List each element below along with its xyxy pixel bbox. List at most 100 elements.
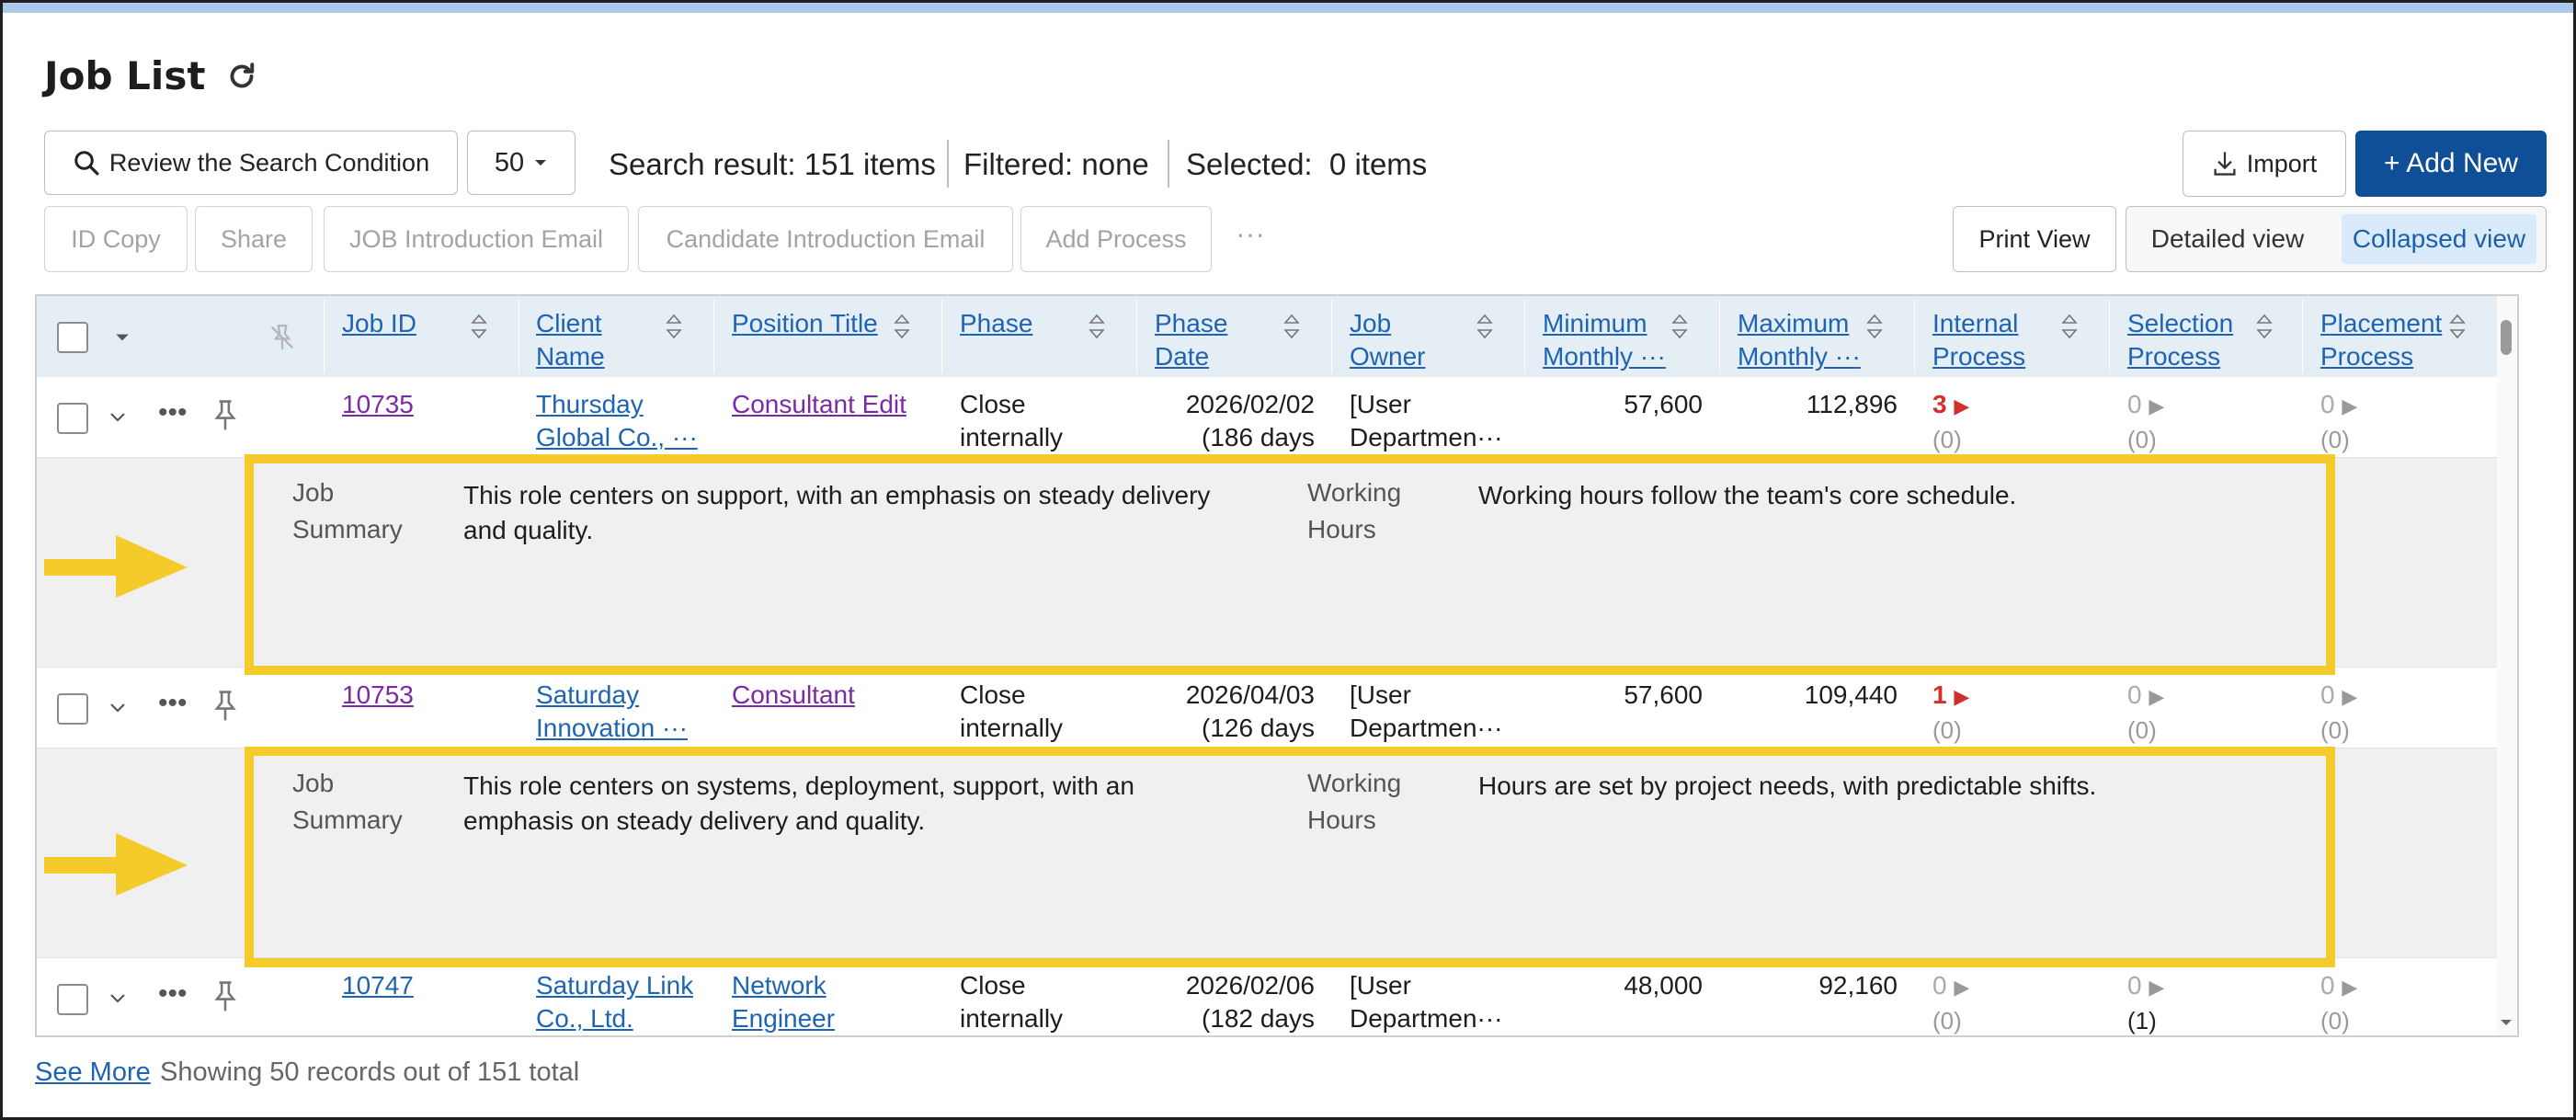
id-copy-button[interactable]: ID Copy [44,206,188,272]
col-maximum-monthly[interactable]: Maximum Monthly ··· [1738,307,1861,373]
select-all-checkbox[interactable] [57,322,88,353]
pin-icon[interactable] [213,690,237,723]
phase-value: Close internally [960,680,1064,742]
column-divider [324,300,325,373]
phase-date-value: 2026/02/06 (182 days [1185,971,1315,1033]
sort-icon[interactable] [1670,311,1690,342]
scroll-down-icon[interactable] [2499,1017,2513,1028]
collapsed-view-option[interactable]: Collapsed view [2342,214,2536,264]
sort-icon[interactable] [1864,311,1885,342]
sort-icon[interactable] [1475,311,1495,342]
sort-icon[interactable] [1282,311,1302,342]
selection-process-value[interactable]: 0 ▶ (0) [2127,679,2164,747]
col-selection-process[interactable]: Selection Process [2127,307,2233,373]
table-row[interactable]: ••• 10735 Thursday Global Co., ··· Consu… [37,377,2499,458]
row-menu-icon[interactable]: ••• [158,978,188,1010]
placement-process-value[interactable]: 0 ▶ (0) [2320,679,2357,747]
placement-process-value[interactable]: 0 ▶ (0) [2320,388,2357,456]
phase-value: Close internally [960,971,1064,1033]
selection-process-value[interactable]: 0 ▶ (1) [2127,969,2164,1035]
position-title-link[interactable]: Consultant Edit [732,388,906,421]
column-divider [2109,300,2110,373]
table-row[interactable]: ••• 10753 Saturday Innovation ··· Consul… [37,668,2499,749]
sort-icon[interactable] [1087,311,1107,342]
page-header: Job List [44,53,258,98]
job-introduction-email-button[interactable]: JOB Introduction Email [324,206,629,272]
filter-status: Filtered: none [963,147,1149,181]
row-checkbox[interactable] [57,693,88,725]
col-phase-date[interactable]: Phase Date [1155,307,1227,373]
review-search-condition-label: Review the Search Condition [108,148,430,177]
internal-process-value[interactable]: 3 ▶ (0) [1932,388,1969,456]
phase-date-value: 2026/04/03 (126 days [1185,680,1315,742]
review-search-condition-button[interactable]: Review the Search Condition [44,131,458,195]
selection-process-value[interactable]: 0 ▶ (0) [2127,388,2164,456]
phase-date-value: 2026/02/02 (186 days [1185,390,1315,451]
sort-icon[interactable] [2059,311,2080,342]
candidate-introduction-email-label: Candidate Introduction Email [666,224,986,253]
row-menu-icon[interactable]: ••• [158,688,188,719]
see-more-link[interactable]: See More [35,1057,151,1088]
job-id-link[interactable]: 10747 [342,969,414,1002]
position-title-link[interactable]: Consultant [732,679,855,712]
print-view-button[interactable]: Print View [1953,206,2116,272]
selected-count: Selected: 0 items [1186,147,1428,181]
pin-icon[interactable] [213,980,237,1013]
sort-icon[interactable] [892,311,912,342]
job-id-link[interactable]: 10753 [342,679,414,712]
client-name-link[interactable]: Saturday Link Co., Ltd. [536,969,693,1035]
placement-process-value[interactable]: 0 ▶ (0) [2320,969,2357,1035]
chevron-down-icon[interactable] [108,991,127,1006]
col-job-id[interactable]: Job ID [342,307,416,340]
pin-icon[interactable] [213,399,237,432]
sort-icon[interactable] [2254,311,2274,342]
column-divider [1136,300,1137,373]
highlight-box [245,747,2335,967]
import-button[interactable]: Import [2183,131,2346,197]
id-copy-label: ID Copy [71,224,161,253]
max-monthly-value: 92,160 [1818,971,1898,1000]
search-icon [74,151,99,176]
col-job-owner[interactable]: Job Owner [1350,307,1425,373]
table-scrollbar[interactable] [2497,296,2517,1035]
client-name-link[interactable]: Saturday Innovation ··· [536,679,688,745]
internal-process-value[interactable]: 0 ▶ (0) [1932,969,1969,1035]
max-monthly-value: 112,896 [1806,390,1898,418]
col-internal-process[interactable]: Internal Process [1932,307,2025,373]
page-size-select[interactable]: 50 [467,131,576,195]
sort-icon[interactable] [2447,311,2468,342]
position-title-link[interactable]: Network Engineer [732,969,835,1035]
detailed-view-option[interactable]: Detailed view [2137,214,2318,264]
add-new-button[interactable]: + Add New [2355,131,2547,197]
col-placement-process[interactable]: Placement Process [2320,307,2442,373]
chevron-down-icon[interactable] [108,410,127,425]
unpin-icon[interactable] [267,322,298,353]
table-row[interactable]: ••• 10747 Saturday Link Co., Ltd. Network… [37,958,2499,1035]
row-checkbox[interactable] [57,984,88,1015]
scrollbar-thumb[interactable] [2501,320,2512,355]
sort-icon[interactable] [664,311,684,342]
col-minimum-monthly[interactable]: Minimum Monthly ··· [1543,307,1666,373]
more-actions-icon[interactable]: ··· [1236,217,1265,251]
import-label: Import [2246,149,2318,177]
add-process-button[interactable]: Add Process [1020,206,1212,272]
job-id-link[interactable]: 10735 [342,388,414,421]
col-position-title[interactable]: Position Title [732,307,878,340]
col-phase[interactable]: Phase [960,307,1032,340]
sort-icon[interactable] [469,311,489,342]
row-checkbox[interactable] [57,403,88,434]
table-header: Job ID Client Name Position Title Phase … [37,296,2499,377]
refresh-icon[interactable] [225,60,258,93]
share-button[interactable]: Share [195,206,313,272]
job-owner-value: [User Departmen··· [1350,971,1503,1033]
arrow-right-icon [44,535,188,598]
candidate-introduction-email-button[interactable]: Candidate Introduction Email [638,206,1013,272]
client-name-link[interactable]: Thursday Global Co., ··· [536,388,698,454]
row-menu-icon[interactable]: ••• [158,397,188,429]
column-divider [713,300,714,373]
chevron-down-icon[interactable] [108,701,127,715]
add-process-label: Add Process [1045,224,1187,253]
col-client-name[interactable]: Client Name [536,307,605,373]
internal-process-value[interactable]: 1 ▶ (0) [1932,679,1969,747]
caret-down-icon[interactable] [114,331,131,344]
